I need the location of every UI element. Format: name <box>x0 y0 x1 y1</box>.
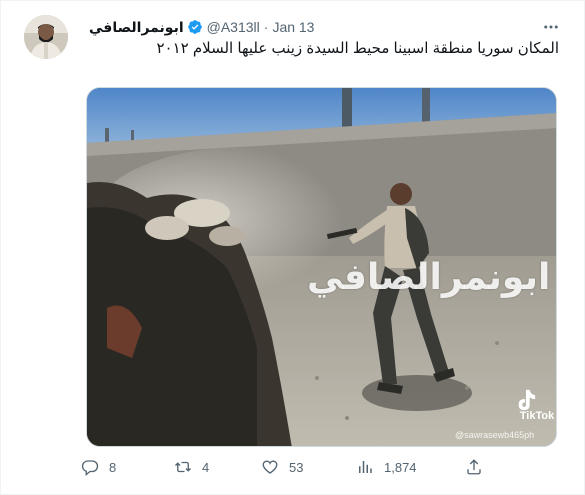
separator-dot: · <box>263 19 269 35</box>
retweet-button[interactable]: 4 <box>174 455 209 479</box>
author-display-name[interactable]: ابونمرالصافي <box>89 19 184 36</box>
share-icon <box>467 459 481 475</box>
views-icon <box>359 461 372 473</box>
like-count: 53 <box>289 459 304 475</box>
tiktok-label: TikTok <box>519 410 555 422</box>
retweet-count: 4 <box>202 459 210 475</box>
retweet-icon <box>175 461 191 473</box>
reply-button[interactable]: 8 <box>81 455 116 479</box>
reply-icon <box>81 460 99 476</box>
tiktok-watermark: TikTok <box>515 388 556 422</box>
tweet-date[interactable]: Jan 13 <box>272 19 314 35</box>
tiktok-logo-icon <box>518 389 536 411</box>
more-icon[interactable] <box>539 15 563 39</box>
verified-badge-icon <box>187 19 203 35</box>
tweet-text: المكان سوريا منطقة اسبينا محيط السيدة زي… <box>156 40 559 57</box>
share-button[interactable] <box>465 455 493 479</box>
reply-count: 8 <box>109 459 117 475</box>
tweet-video[interactable]: ابونمرالصافي TikTok @sawrasewb465ph <box>86 87 557 447</box>
tweet-header: ابونمرالصافي @A313ll · Jan 13 <box>89 17 314 37</box>
views-count: 1,874 <box>384 459 417 475</box>
views-button[interactable]: 1,874 <box>356 455 417 479</box>
like-button[interactable]: 53 <box>261 455 303 479</box>
like-icon <box>262 460 278 474</box>
tweet-card[interactable]: ابونمرالصافي @A313ll · Jan 13 المكان سور… <box>0 0 585 495</box>
tweet-actions: 8 4 53 1,874 <box>81 455 501 479</box>
tiktok-username: @sawrasewb465ph <box>455 430 535 440</box>
video-watermark: ابونمرالصافي <box>307 256 551 297</box>
author-handle[interactable]: @A313ll <box>207 19 260 35</box>
avatar[interactable] <box>24 15 68 59</box>
